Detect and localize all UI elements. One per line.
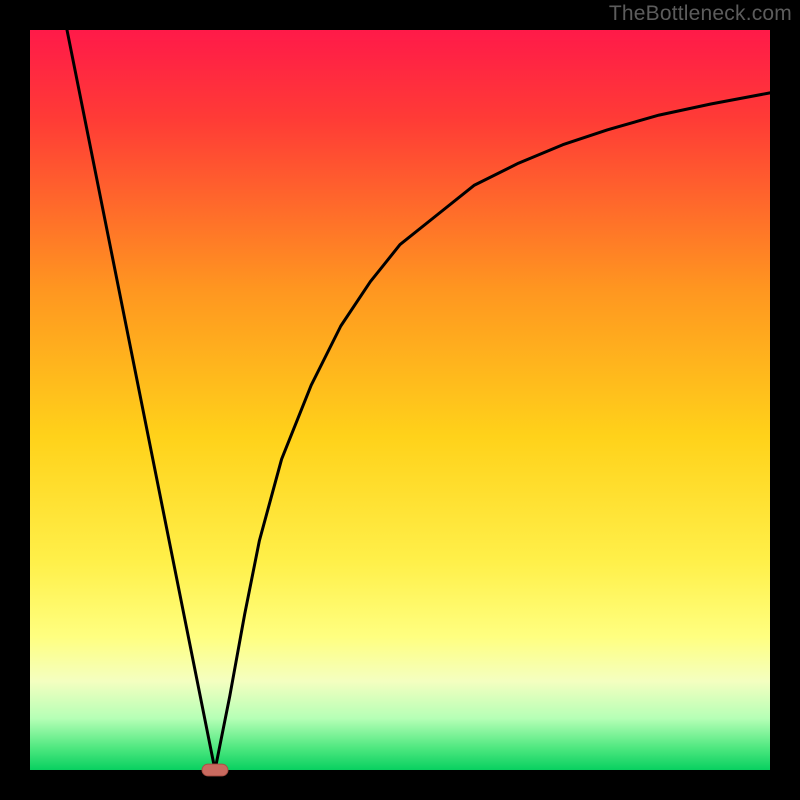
watermark-text: TheBottleneck.com (609, 2, 792, 26)
chart-canvas (0, 0, 800, 800)
minimum-marker (202, 764, 228, 776)
chart-frame: TheBottleneck.com (0, 0, 800, 800)
